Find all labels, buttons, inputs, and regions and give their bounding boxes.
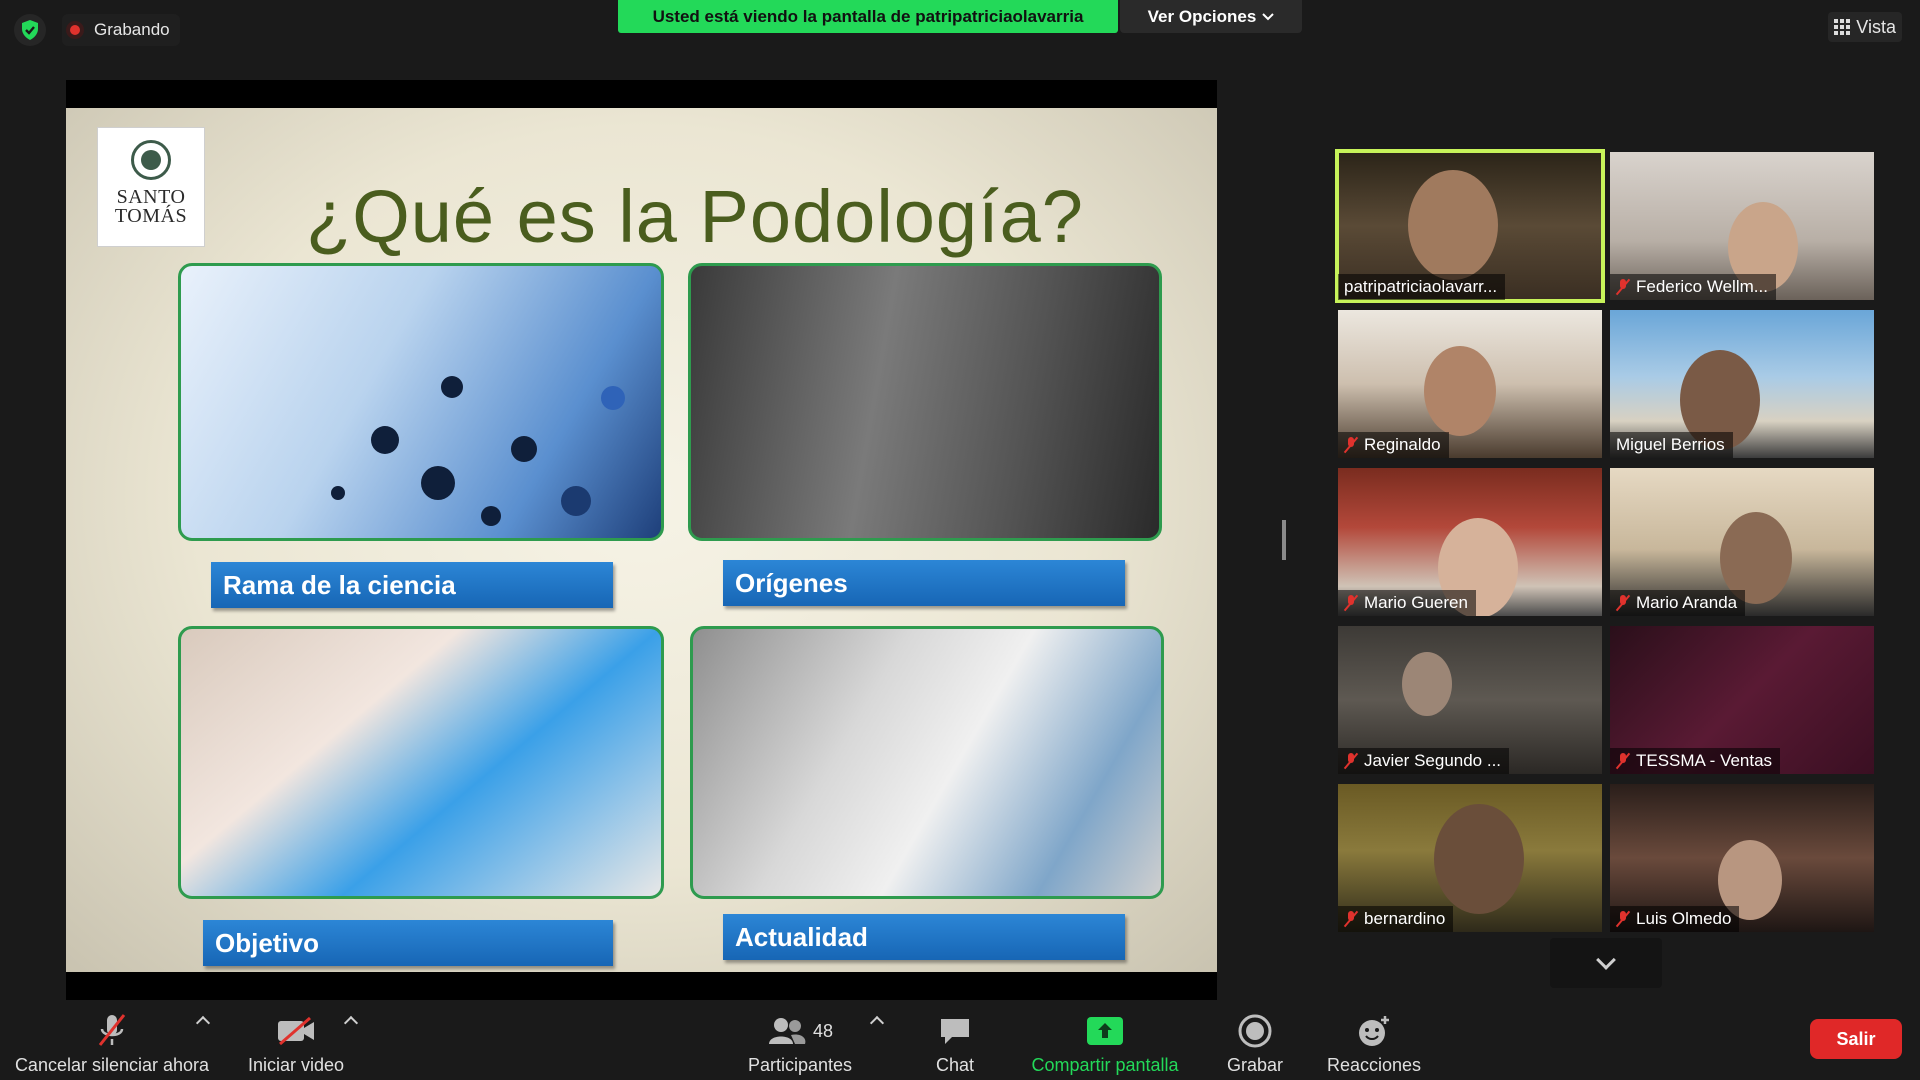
- top-bar: Grabando Usted está viendo la pantalla d…: [0, 0, 1920, 56]
- mic-muted-icon: [1344, 595, 1358, 611]
- recording-label: Grabando: [94, 20, 170, 39]
- slide-title: ¿Qué es la Podología?: [306, 175, 1084, 258]
- participant-tile[interactable]: patripatriciaolavarr...: [1335, 149, 1605, 303]
- start-video-button[interactable]: Iniciar video: [240, 1008, 352, 1076]
- participant-tile[interactable]: Federico Wellm...: [1610, 152, 1874, 300]
- mic-muted-icon: [1616, 911, 1630, 927]
- logo-line-2: TOMÁS: [114, 205, 188, 227]
- unmute-button[interactable]: Cancelar silenciar ahora: [14, 1008, 210, 1076]
- participant-tile[interactable]: Reginaldo: [1338, 310, 1602, 458]
- record-label: Grabar: [1226, 1055, 1284, 1075]
- participant-tile[interactable]: Javier Segundo ...: [1338, 626, 1602, 774]
- participant-name: bernardino: [1364, 909, 1446, 928]
- video-off-icon: [276, 1013, 316, 1049]
- participant-name: Miguel Berrios: [1616, 435, 1725, 454]
- panel-splitter[interactable]: [1282, 520, 1286, 560]
- label-rama-ciencia: Rama de la ciencia: [211, 562, 613, 608]
- participant-name: Luis Olmedo: [1636, 909, 1732, 928]
- participant-tile[interactable]: bernardino: [1338, 784, 1602, 932]
- reactions-label: Reacciones: [1326, 1055, 1422, 1075]
- chevron-down-icon: [1262, 12, 1275, 20]
- mic-muted-icon: [1344, 753, 1358, 769]
- mic-muted-icon: [96, 1013, 128, 1049]
- historical-engraving-image: [688, 263, 1162, 541]
- record-button[interactable]: Grabar: [1220, 1008, 1290, 1076]
- seal-icon: [131, 140, 171, 180]
- participant-tile[interactable]: TESSMA - Ventas: [1610, 626, 1874, 774]
- molecule-image: [178, 263, 664, 541]
- leave-button[interactable]: Salir: [1810, 1019, 1902, 1059]
- view-options-label: Ver Opciones: [1147, 6, 1257, 26]
- start-video-label: Iniciar video: [247, 1055, 345, 1075]
- participant-name: Federico Wellm...: [1636, 277, 1768, 296]
- participants-icon: [768, 1018, 806, 1044]
- recording-indicator[interactable]: Grabando: [62, 14, 180, 46]
- mic-muted-icon: [1616, 595, 1630, 611]
- mic-muted-icon: [1616, 753, 1630, 769]
- view-options-button[interactable]: Ver Opciones: [1120, 0, 1302, 33]
- share-screen-label: Compartir pantalla: [1031, 1055, 1179, 1075]
- share-screen-icon: [1087, 1013, 1123, 1049]
- reactions-button[interactable]: Reacciones: [1324, 1008, 1424, 1076]
- record-dot-icon: [66, 21, 84, 39]
- share-screen-button[interactable]: Compartir pantalla: [1020, 1008, 1190, 1076]
- participants-label: Participantes: [747, 1055, 853, 1075]
- presentation-slide: SANTO TOMÁS ¿Qué es la Podología? Rama d…: [66, 108, 1217, 972]
- gallery-next-button[interactable]: [1550, 938, 1662, 988]
- participant-name: Javier Segundo ...: [1364, 751, 1502, 770]
- view-label: Vista: [1856, 16, 1896, 37]
- mic-muted-icon: [1616, 279, 1630, 295]
- mic-muted-icon: [1344, 437, 1358, 453]
- label-actualidad: Actualidad: [723, 914, 1125, 960]
- participant-tile[interactable]: Mario Gueren: [1338, 468, 1602, 616]
- security-shield-icon[interactable]: [14, 14, 46, 46]
- podiatry-gloves-image: [178, 626, 664, 899]
- chat-button[interactable]: Chat: [920, 1008, 990, 1076]
- participant-name: Reginaldo: [1364, 435, 1441, 454]
- unmute-label: Cancelar silenciar ahora: [14, 1055, 210, 1075]
- participant-name: Mario Gueren: [1364, 593, 1468, 612]
- share-banner: Usted está viendo la pantalla de patripa…: [618, 0, 1118, 33]
- participant-name: patripatriciaolavarr...: [1344, 277, 1498, 296]
- mic-muted-icon: [1344, 911, 1358, 927]
- students-clinic-image: [690, 626, 1164, 899]
- participants-count: 48: [812, 1020, 834, 1041]
- reactions-icon: [1356, 1013, 1392, 1049]
- santo-tomas-logo: SANTO TOMÁS: [97, 127, 205, 247]
- participant-tile[interactable]: Mario Aranda: [1610, 468, 1874, 616]
- participant-tile[interactable]: Miguel Berrios: [1610, 310, 1874, 458]
- record-icon: [1238, 1013, 1272, 1049]
- chat-icon: [938, 1013, 972, 1049]
- participant-name: TESSMA - Ventas: [1636, 751, 1773, 770]
- label-objetivo: Objetivo: [203, 920, 613, 966]
- participants-options-caret[interactable]: [869, 1015, 885, 1031]
- participants-button[interactable]: 48 Participantes: [740, 1008, 860, 1076]
- view-button[interactable]: Vista: [1828, 12, 1902, 42]
- chevron-down-icon: [1596, 950, 1616, 970]
- grid-icon: [1834, 19, 1851, 35]
- meeting-toolbar: Cancelar silenciar ahora Iniciar video 4…: [0, 1000, 1920, 1080]
- label-origenes: Orígenes: [723, 560, 1125, 606]
- participant-tile[interactable]: Luis Olmedo: [1610, 784, 1874, 932]
- chat-label: Chat: [935, 1055, 975, 1075]
- participant-name: Mario Aranda: [1636, 593, 1738, 612]
